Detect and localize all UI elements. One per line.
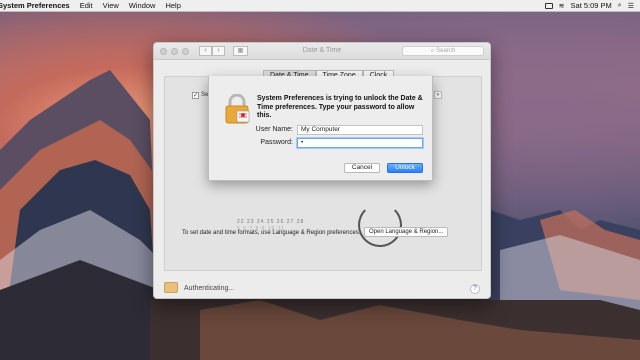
status-text: Authenticating... bbox=[184, 285, 235, 292]
window-titlebar: ‹ › ▦ Date & Time ⌕ Search bbox=[154, 43, 490, 60]
password-field[interactable]: • bbox=[297, 138, 423, 148]
search-placeholder: Search bbox=[436, 48, 456, 54]
authentication-dialog: System Preferences is trying to unlock t… bbox=[208, 76, 433, 181]
lock-icon[interactable] bbox=[164, 282, 178, 293]
menu-bar: System Preferences Edit View Window Help… bbox=[0, 0, 640, 12]
window-controls bbox=[160, 47, 189, 55]
nav-buttons: ‹ › bbox=[199, 46, 225, 56]
padlock-icon bbox=[225, 94, 250, 124]
show-all-grid-icon[interactable]: ▦ bbox=[233, 46, 248, 56]
menu-window[interactable]: Window bbox=[129, 1, 156, 10]
search-icon: ⌕ bbox=[430, 47, 435, 54]
menu-help[interactable]: Help bbox=[165, 1, 180, 10]
formats-hint-text: To set date and time formats, use Langua… bbox=[182, 230, 361, 236]
server-dropdown-arrow[interactable]: ▾ bbox=[434, 91, 442, 99]
password-label: Password: bbox=[260, 139, 293, 146]
auth-message: System Preferences is trying to unlock t… bbox=[257, 95, 423, 119]
cancel-button[interactable]: Cancel bbox=[344, 163, 380, 173]
notification-center-icon[interactable]: ☰ bbox=[628, 2, 634, 10]
calendar-row[interactable]: 22 23 24 25 26 27 28 bbox=[237, 219, 304, 225]
spotlight-icon[interactable]: ⌕ bbox=[618, 2, 622, 10]
display-icon[interactable] bbox=[544, 2, 553, 9]
unlock-button[interactable]: Unlock bbox=[387, 163, 423, 173]
back-button[interactable]: ‹ bbox=[199, 46, 212, 56]
username-label: User Name: bbox=[255, 126, 293, 133]
minimize-button[interactable] bbox=[171, 47, 178, 55]
wifi-icon[interactable]: ≋ bbox=[559, 2, 565, 10]
search-field[interactable]: ⌕ Search bbox=[402, 46, 484, 56]
set-automatically-checkbox[interactable]: ✓ bbox=[192, 92, 199, 99]
close-button[interactable] bbox=[160, 47, 167, 55]
zoom-button[interactable] bbox=[182, 47, 189, 55]
username-field[interactable]: My Computer bbox=[297, 125, 423, 135]
help-button[interactable]: ? bbox=[470, 284, 480, 294]
forward-button[interactable]: › bbox=[212, 46, 225, 56]
clock-text[interactable]: Sat 5:09 PM bbox=[571, 1, 612, 10]
app-menu[interactable]: System Preferences bbox=[0, 1, 70, 10]
open-language-region-button[interactable]: Open Language & Region... bbox=[364, 227, 449, 237]
analog-clock bbox=[358, 203, 402, 247]
menubar-status-area: ≋ Sat 5:09 PM ⌕ ☰ bbox=[544, 1, 634, 10]
menu-view[interactable]: View bbox=[103, 1, 119, 10]
menu-edit[interactable]: Edit bbox=[80, 1, 93, 10]
